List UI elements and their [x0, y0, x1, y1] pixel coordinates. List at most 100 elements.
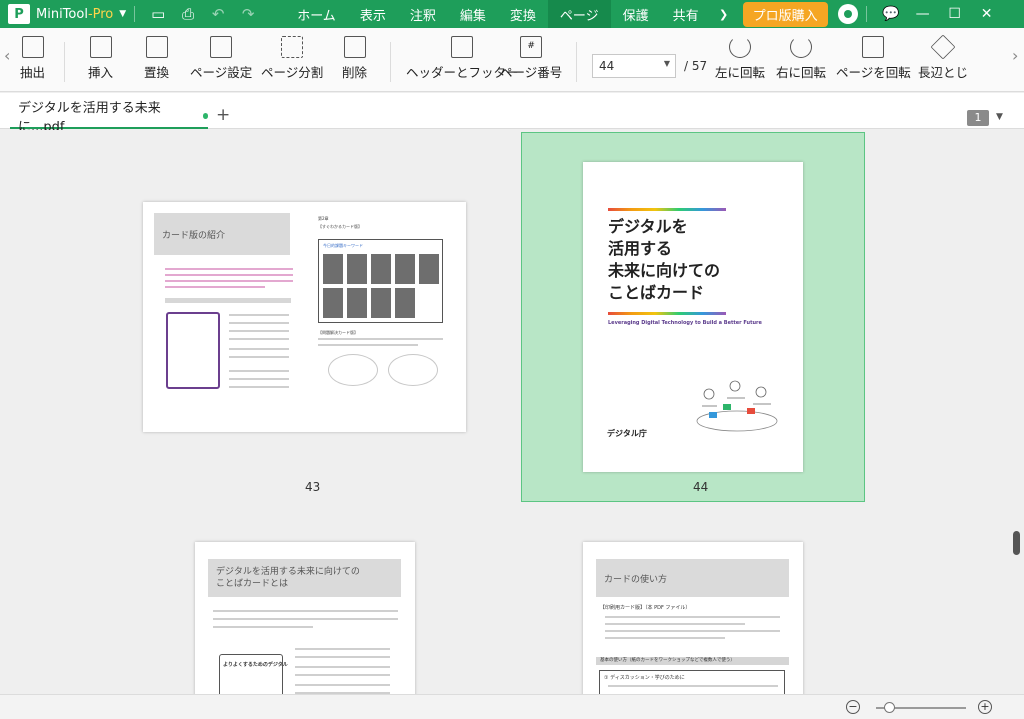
- card-row: [323, 288, 415, 318]
- card-image: よりよくするためのデジタル: [219, 654, 288, 694]
- usage-box: ① ディスカッション・学びのために: [599, 670, 785, 694]
- page-thumbnail-46[interactable]: カードの使い方 【印刷用カード版】（本 PDF ファイル） 基本の使い方（紙のカ…: [583, 542, 803, 694]
- section-header: 第2章: [318, 216, 329, 221]
- header-footer-icon: [451, 36, 474, 58]
- save-icon[interactable]: ▭: [143, 5, 173, 23]
- page-number-label: 43: [305, 480, 321, 494]
- menu-home[interactable]: ホーム: [285, 0, 348, 28]
- page-thumbnail-45[interactable]: デジタルを活用する未来に向けての ことばカードとは よりよくするためのデジタル: [195, 542, 415, 694]
- menu-annotate[interactable]: 注釈: [398, 0, 448, 28]
- rotate-left-button[interactable]: 左に回転: [715, 36, 765, 81]
- buy-pro-button[interactable]: プロ版購入: [742, 1, 828, 27]
- text-line: [295, 674, 390, 676]
- text-line: [229, 330, 289, 332]
- page-canvas[interactable]: カード版の紹介 第2章 【すぐわかるカード版】 今日的課題キーワード 【問題解決…: [0, 130, 1024, 694]
- app-menu-caret-icon[interactable]: ▼: [119, 9, 126, 19]
- people-illustration: [696, 380, 778, 432]
- extract-icon: [21, 36, 44, 58]
- close-icon[interactable]: ✕: [971, 6, 1003, 22]
- delete-page-button[interactable]: 削除: [342, 36, 367, 81]
- page-count-badge[interactable]: 1: [967, 110, 989, 126]
- text-line: [229, 356, 289, 358]
- text-line: [165, 268, 293, 270]
- app-name: MiniTool-Pro: [36, 6, 114, 22]
- chevron-down-icon[interactable]: ▼: [996, 112, 1003, 122]
- menu-more-chevron-icon[interactable]: ❯: [715, 8, 733, 21]
- card-grid-box: 今日的課題キーワード: [318, 239, 443, 323]
- text-line: [295, 684, 390, 686]
- divider: [134, 6, 136, 22]
- ribbon-toolbar: ‹ 抽出 挿入 置換 ページ設定 ページ分割 削除 ヘッダーとフッター # ページ…: [0, 28, 1024, 92]
- document-tab[interactable]: デジタルを活用する未来に...pdf: [10, 101, 208, 135]
- add-tab-button[interactable]: +: [216, 105, 230, 125]
- zoom-slider-knob[interactable]: [884, 702, 895, 713]
- long-edge-binding-icon: [930, 34, 956, 60]
- rotate-page-button[interactable]: ページを回転: [836, 36, 911, 81]
- undo-icon[interactable]: ↶: [203, 5, 233, 23]
- section-title: 【印刷用カード版】（本 PDF ファイル）: [600, 605, 691, 611]
- ribbon-scroll-right-icon[interactable]: ›: [1012, 46, 1018, 65]
- print-icon[interactable]: ⎙: [173, 5, 203, 23]
- page-setup-icon: [210, 36, 233, 58]
- minimize-icon[interactable]: —: [907, 6, 939, 22]
- text-line: [165, 298, 291, 303]
- scrollbar-thumb[interactable]: [1013, 531, 1020, 555]
- split-page-button[interactable]: ページ分割: [261, 36, 323, 81]
- feedback-icon[interactable]: 💬: [875, 6, 907, 22]
- section-band: 基本の使い方（紙のカードをワークショップなどで複数人で使う）: [596, 657, 789, 665]
- section-title: 【すぐわかるカード版】: [318, 224, 362, 229]
- maximize-icon[interactable]: ☐: [939, 6, 971, 22]
- divider: [64, 42, 65, 82]
- rainbow-divider: [608, 208, 726, 211]
- page-setup-button[interactable]: ページ設定: [190, 36, 252, 81]
- text-line: [318, 338, 443, 340]
- insert-button[interactable]: 挿入: [88, 36, 113, 81]
- page-number-label: 44: [693, 480, 709, 494]
- text-line: [229, 348, 289, 350]
- vertical-scrollbar[interactable]: [1012, 130, 1024, 694]
- text-line: [213, 610, 398, 612]
- page-number-button[interactable]: # ページ番号: [500, 36, 562, 81]
- ribbon-scroll-left-icon[interactable]: ‹: [4, 46, 10, 65]
- zoom-out-icon[interactable]: −: [846, 700, 860, 714]
- divider: [865, 6, 867, 22]
- total-pages: / 57: [684, 59, 708, 73]
- account-avatar-icon[interactable]: [837, 4, 858, 24]
- rotate-right-button[interactable]: 右に回転: [776, 36, 826, 81]
- text-line: [165, 274, 293, 276]
- delete-page-icon: [343, 36, 366, 58]
- text-line: [229, 314, 289, 316]
- text-line: [318, 344, 418, 346]
- text-line: [165, 280, 293, 282]
- section-title: 【問題解決カード版】: [318, 330, 358, 335]
- extract-button[interactable]: 抽出: [20, 36, 45, 81]
- page-thumbnail-43[interactable]: カード版の紹介 第2章 【すぐわかるカード版】 今日的課題キーワード 【問題解決…: [143, 202, 466, 432]
- text-line: [605, 616, 780, 618]
- app-logo-icon: P: [8, 4, 30, 24]
- menu-share[interactable]: 共有: [661, 0, 711, 28]
- status-bar: − +: [0, 694, 1024, 719]
- text-line: [295, 666, 390, 668]
- chevron-down-icon[interactable]: ▼: [664, 59, 670, 68]
- page-thumbnail-44[interactable]: デジタルを 活用する 未来に向けての ことばカード Leveraging Dig…: [583, 162, 803, 472]
- rotate-page-icon: [862, 36, 885, 58]
- zoom-in-icon[interactable]: +: [978, 700, 992, 714]
- menu-view[interactable]: 表示: [348, 0, 398, 28]
- text-line: [213, 618, 398, 620]
- current-page-input[interactable]: 44 ▼: [592, 54, 676, 78]
- text-line: [295, 656, 390, 658]
- long-edge-binding-button[interactable]: 長辺とじ: [918, 34, 968, 81]
- rainbow-divider: [608, 312, 726, 315]
- card-image: [166, 312, 220, 389]
- rotate-right-icon: [790, 36, 812, 58]
- redo-icon[interactable]: ↷: [233, 5, 263, 23]
- card-title: よりよくするためのデジタル: [223, 662, 288, 668]
- text-line: [605, 637, 725, 639]
- menu-edit[interactable]: 編集: [448, 0, 498, 28]
- menu-page[interactable]: ページ: [547, 0, 611, 28]
- menu-protect[interactable]: 保護: [611, 0, 661, 28]
- text-line: [605, 623, 745, 625]
- menu-convert[interactable]: 変換: [498, 0, 548, 28]
- replace-button[interactable]: 置換: [144, 36, 169, 81]
- rotate-left-icon: [729, 36, 751, 58]
